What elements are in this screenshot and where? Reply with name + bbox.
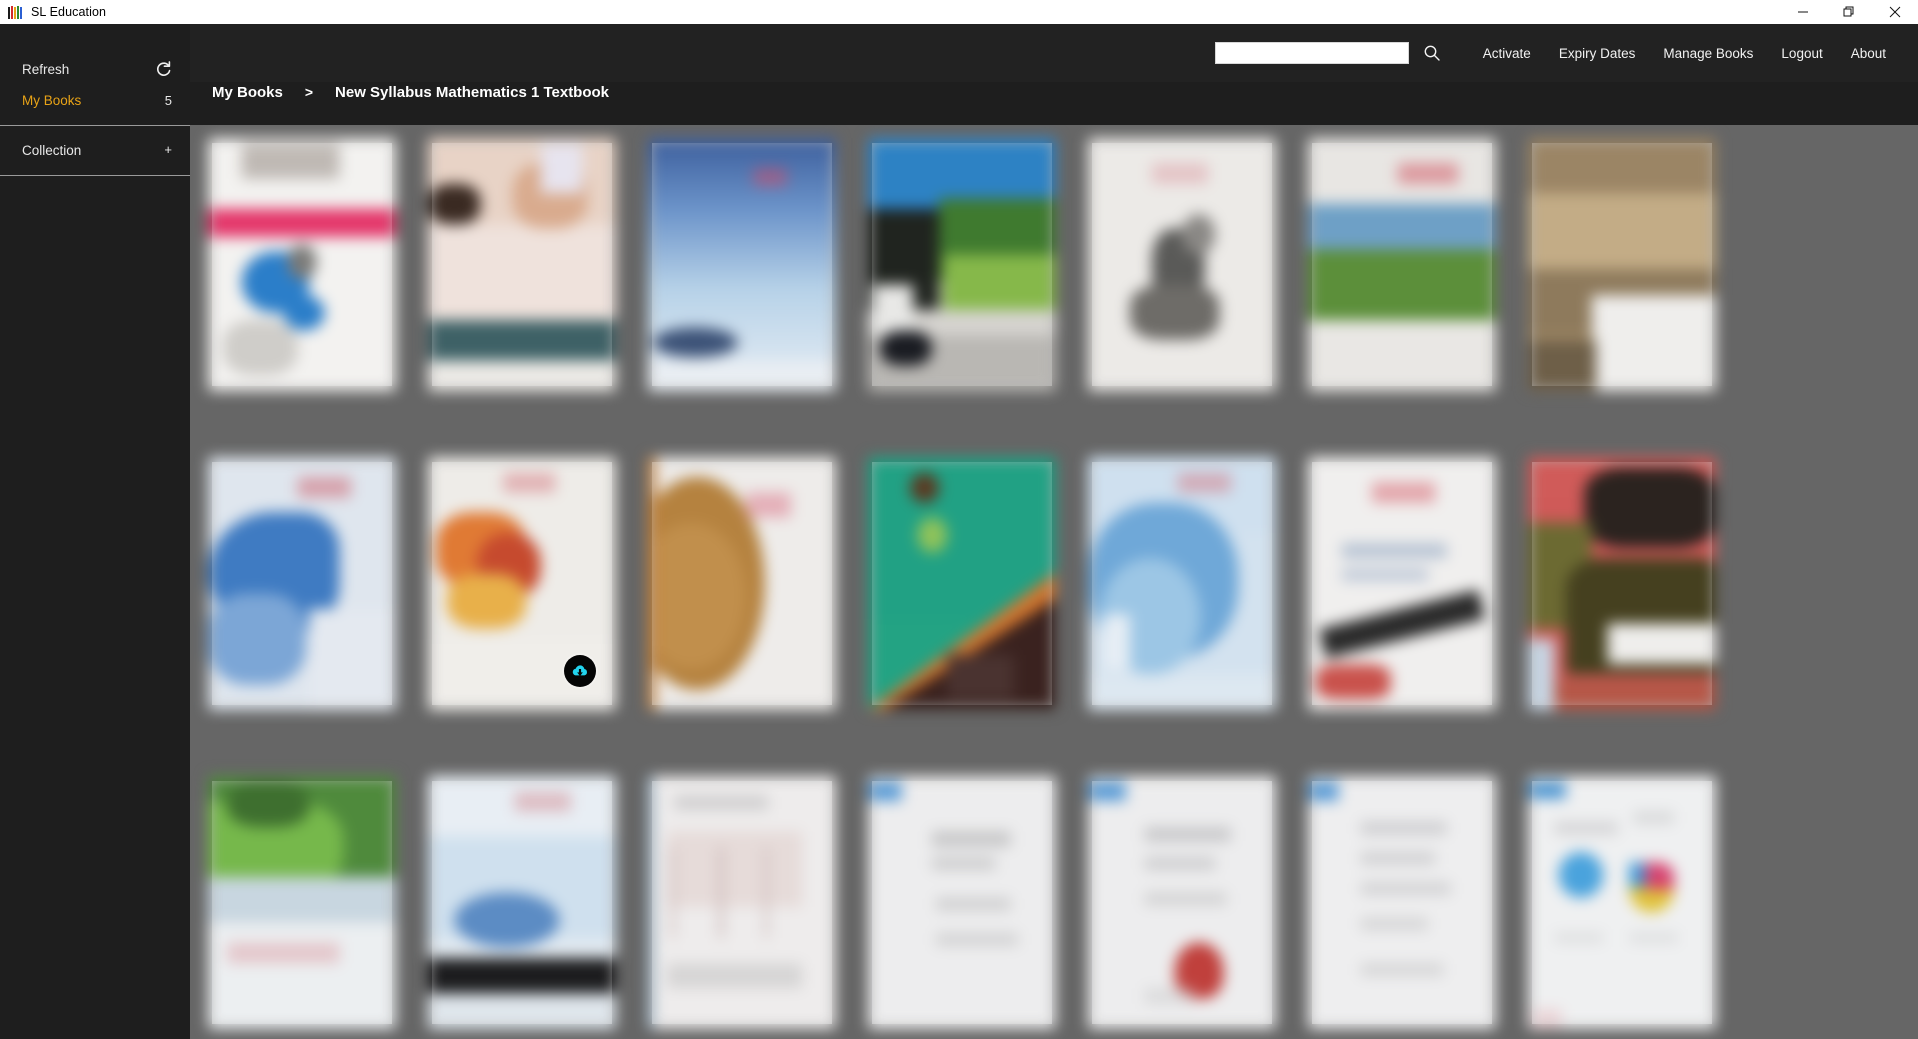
- plus-icon[interactable]: +: [154, 143, 172, 156]
- page-thumbnail[interactable]: [1088, 138, 1276, 391]
- page-thumbnail[interactable]: [428, 457, 616, 710]
- app-shell: Refresh My Books 5 Collection + Activate…: [0, 24, 1918, 1039]
- books-icon: [8, 5, 23, 19]
- page-thumbnail[interactable]: [868, 776, 1056, 1029]
- app-title: SL Education: [31, 5, 107, 19]
- titlebar-left-group: SL Education: [0, 5, 106, 19]
- close-icon: [1889, 6, 1901, 18]
- sidebar-item-my-books[interactable]: My Books 5: [0, 85, 190, 116]
- page-thumbnail[interactable]: [1528, 138, 1716, 391]
- page-preview: [1528, 776, 1716, 1029]
- page-thumbnail[interactable]: [648, 457, 836, 710]
- cloud-download-icon[interactable]: [564, 655, 596, 687]
- main-column: Activate Expiry Dates Manage Books Logou…: [190, 24, 1918, 1039]
- page-preview: [868, 138, 1056, 391]
- topbar: Activate Expiry Dates Manage Books Logou…: [190, 24, 1918, 82]
- breadcrumb-current: New Syllabus Mathematics 1 Textbook: [335, 84, 610, 101]
- page-thumbnail[interactable]: [1528, 776, 1716, 1029]
- page-preview: [648, 138, 836, 391]
- page-preview: [868, 457, 1056, 710]
- page-preview: [868, 776, 1056, 1029]
- nav-link-logout[interactable]: Logout: [1767, 40, 1836, 67]
- nav-link-manage-books[interactable]: Manage Books: [1649, 40, 1767, 67]
- sidebar-divider-top: [0, 125, 190, 126]
- page-thumbnail[interactable]: [1088, 457, 1276, 710]
- page-preview: [1308, 138, 1496, 391]
- minimize-icon: [1797, 6, 1809, 18]
- maximize-button[interactable]: [1826, 0, 1872, 24]
- page-thumbnail-grid: [190, 138, 1918, 1029]
- nav-links: Activate Expiry Dates Manage Books Logou…: [1469, 40, 1900, 67]
- search-icon[interactable]: [1423, 44, 1441, 62]
- page-preview: [1528, 138, 1716, 391]
- breadcrumb-separator: >: [304, 84, 314, 100]
- page-thumbnail[interactable]: [648, 776, 836, 1029]
- page-preview: [648, 457, 836, 710]
- page-preview: [208, 457, 396, 710]
- page-preview: [1088, 776, 1276, 1029]
- page-thumbnail[interactable]: [428, 138, 616, 391]
- page-preview: [1308, 457, 1496, 710]
- page-thumbnail[interactable]: [648, 138, 836, 391]
- page-preview: [1528, 457, 1716, 710]
- page-preview: [1088, 138, 1276, 391]
- page-preview: [1308, 776, 1496, 1029]
- window-controls: [1780, 0, 1918, 24]
- close-button[interactable]: [1872, 0, 1918, 24]
- breadcrumb-root[interactable]: My Books: [212, 84, 283, 101]
- page-thumbnail[interactable]: [208, 138, 396, 391]
- search-input[interactable]: [1214, 42, 1409, 64]
- page-thumbnail[interactable]: [868, 138, 1056, 391]
- sidebar: Refresh My Books 5 Collection +: [0, 24, 190, 1039]
- sidebar-item-refresh[interactable]: Refresh: [0, 54, 190, 85]
- restore-icon: [1843, 6, 1855, 18]
- page-preview: [208, 776, 396, 1029]
- sidebar-item-label: My Books: [22, 93, 82, 108]
- page-thumbnail[interactable]: [1308, 776, 1496, 1029]
- window-titlebar: SL Education: [0, 0, 1918, 24]
- sidebar-item-label: Refresh: [22, 62, 70, 77]
- page-thumbnail[interactable]: [1308, 138, 1496, 391]
- page-thumbnail[interactable]: [208, 457, 396, 710]
- page-thumbnail[interactable]: [1528, 457, 1716, 710]
- page-thumbnail-area[interactable]: [190, 125, 1918, 1039]
- page-preview: [1088, 457, 1276, 710]
- page-preview: [648, 776, 836, 1029]
- page-preview: [428, 138, 616, 391]
- page-preview: [208, 138, 396, 391]
- refresh-icon[interactable]: [154, 61, 172, 78]
- search-group: [1214, 42, 1441, 64]
- nav-link-activate[interactable]: Activate: [1469, 40, 1545, 67]
- my-books-count: 5: [164, 93, 172, 108]
- nav-link-about[interactable]: About: [1837, 40, 1900, 67]
- page-thumbnail[interactable]: [428, 776, 616, 1029]
- sidebar-item-collection[interactable]: Collection +: [0, 135, 190, 166]
- nav-link-expiry-dates[interactable]: Expiry Dates: [1545, 40, 1650, 67]
- page-thumbnail[interactable]: [208, 776, 396, 1029]
- breadcrumb: My Books > New Syllabus Mathematics 1 Te…: [190, 82, 1918, 125]
- minimize-button[interactable]: [1780, 0, 1826, 24]
- sidebar-item-label: Collection: [22, 143, 82, 158]
- page-preview: [428, 776, 616, 1029]
- page-thumbnail[interactable]: [1308, 457, 1496, 710]
- page-thumbnail[interactable]: [1088, 776, 1276, 1029]
- sidebar-divider-bottom: [0, 175, 190, 176]
- page-thumbnail[interactable]: [868, 457, 1056, 710]
